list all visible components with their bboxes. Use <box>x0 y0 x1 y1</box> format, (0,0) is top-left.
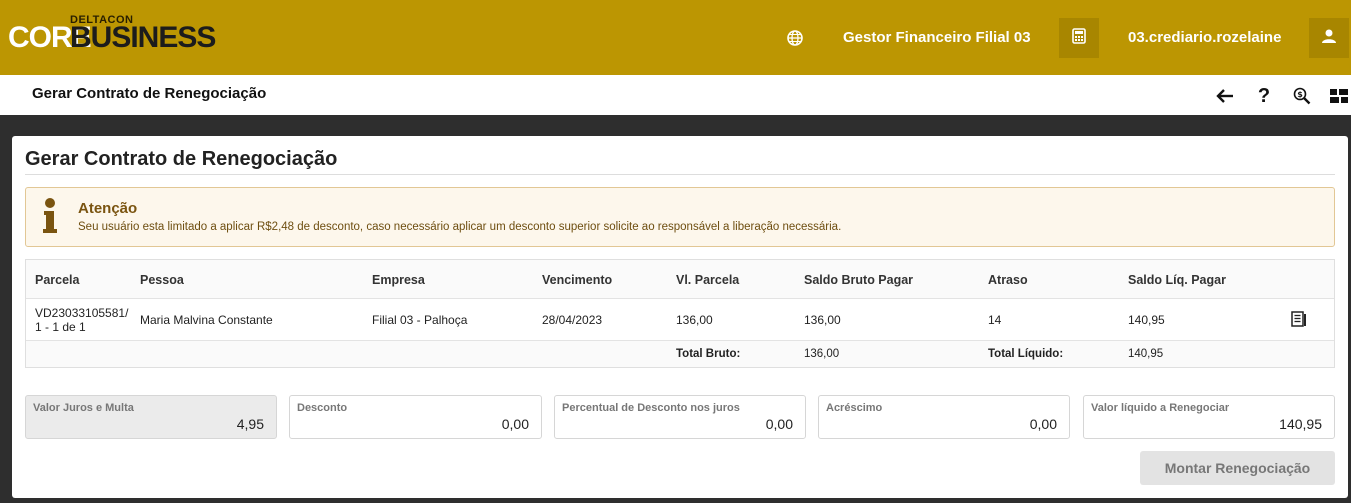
cell-vl-parcela: 136,00 <box>676 313 713 327</box>
interest-fine-input[interactable] <box>64 416 264 432</box>
cell-parcela: VD23033105581/ 1 - 1 de 1 <box>35 306 128 334</box>
table-header: Parcela Pessoa Empresa Vencimento Vl. Pa… <box>26 260 1334 299</box>
net-renegotiation-value-input[interactable] <box>1122 416 1322 432</box>
title-divider <box>25 174 1335 175</box>
user-name[interactable]: 03.crediario.rozelaine <box>1128 29 1281 46</box>
interest-discount-percent-field[interactable]: Percentual de Desconto nos juros <box>554 395 806 439</box>
money-search-icon[interactable]: $ <box>1291 85 1313 107</box>
cell-saldo-liquido: 140,95 <box>1128 313 1165 327</box>
cell-vencimento: 28/04/2023 <box>542 313 603 327</box>
user-menu-button[interactable] <box>1309 18 1349 58</box>
column-header-empresa[interactable]: Empresa <box>372 273 425 287</box>
help-icon[interactable]: ? <box>1253 85 1275 107</box>
company-name[interactable]: Gestor Financeiro Filial 03 <box>843 29 1031 46</box>
globe-icon[interactable] <box>787 30 803 46</box>
column-header-vl-parcela[interactable]: Vl. Parcela <box>676 273 739 287</box>
dashboard-icon[interactable] <box>1328 85 1350 107</box>
column-header-pessoa[interactable]: Pessoa <box>140 273 184 287</box>
montar-renegociacao-button[interactable]: Montar Renegociação <box>1140 451 1335 485</box>
net-renegotiation-value-field[interactable]: Valor líquido a Renegociar <box>1083 395 1335 439</box>
document-details-icon[interactable] <box>1291 311 1307 327</box>
cell-pessoa: Maria Malvina Constante <box>140 313 273 327</box>
parcela-number: 1 - 1 de 1 <box>35 320 86 334</box>
total-bruto-value: 136,00 <box>804 348 840 360</box>
cell-empresa: Filial 03 - Palhoça <box>372 313 468 327</box>
column-header-atraso[interactable]: Atraso <box>988 273 1028 287</box>
logo-business: BUSINESS <box>70 21 216 54</box>
column-header-parcela[interactable]: Parcela <box>35 273 79 287</box>
info-icon <box>40 197 60 237</box>
table-footer: Total Bruto: 136,00 Total Líquido: 140,9… <box>26 341 1334 367</box>
app-logo[interactable]: DELTACON CORE BUSINESS <box>8 14 216 58</box>
field-label: Acréscimo <box>826 402 883 414</box>
top-header: DELTACON CORE BUSINESS Gestor Financeiro… <box>0 0 1351 75</box>
column-header-vencimento[interactable]: Vencimento <box>542 273 612 287</box>
table-row[interactable]: VD23033105581/ 1 - 1 de 1 Maria Malvina … <box>26 299 1334 341</box>
toolbar-title: Gerar Contrato de Renegociação <box>32 85 267 102</box>
surcharge-input[interactable] <box>857 416 1057 432</box>
total-bruto-label: Total Bruto: <box>676 348 741 360</box>
svg-text:$: $ <box>1297 90 1303 99</box>
field-label: Valor líquido a Renegociar <box>1091 402 1230 414</box>
alert-message: Seu usuário esta limitado a aplicar R$2,… <box>78 221 842 233</box>
column-header-saldo-bruto[interactable]: Saldo Bruto Pagar <box>804 273 913 287</box>
calculator-icon <box>1072 27 1086 49</box>
discount-input[interactable] <box>329 416 529 432</box>
installments-table: Parcela Pessoa Empresa Vencimento Vl. Pa… <box>25 259 1335 368</box>
field-label: Desconto <box>297 402 348 414</box>
page-title: Gerar Contrato de Renegociação <box>25 148 338 170</box>
main-card: Gerar Contrato de Renegociação Atenção S… <box>12 136 1348 498</box>
cell-atraso: 14 <box>988 313 1002 327</box>
calculator-button[interactable] <box>1059 18 1099 58</box>
alert-title: Atenção <box>78 200 138 217</box>
total-liquido-label: Total Líquido: <box>988 348 1064 360</box>
interest-fine-field[interactable]: Valor Juros e Multa <box>25 395 277 439</box>
surcharge-field[interactable]: Acréscimo <box>818 395 1070 439</box>
parcela-code: VD23033105581/ <box>35 306 129 320</box>
attention-alert: Atenção Seu usuário esta limitado a apli… <box>25 187 1335 247</box>
total-liquido-value: 140,95 <box>1128 348 1164 360</box>
back-arrow-icon[interactable] <box>1214 85 1236 107</box>
user-icon <box>1321 28 1337 49</box>
field-label: Valor Juros e Multa <box>33 402 134 414</box>
discount-field[interactable]: Desconto <box>289 395 542 439</box>
field-label: Percentual de Desconto nos juros <box>562 402 740 414</box>
interest-discount-percent-input[interactable] <box>593 416 793 432</box>
cell-saldo-bruto: 136,00 <box>804 313 841 327</box>
page-toolbar: Gerar Contrato de Renegociação ? $ <box>0 75 1351 115</box>
column-header-saldo-liquido[interactable]: Saldo Líq. Pagar <box>1128 273 1226 287</box>
